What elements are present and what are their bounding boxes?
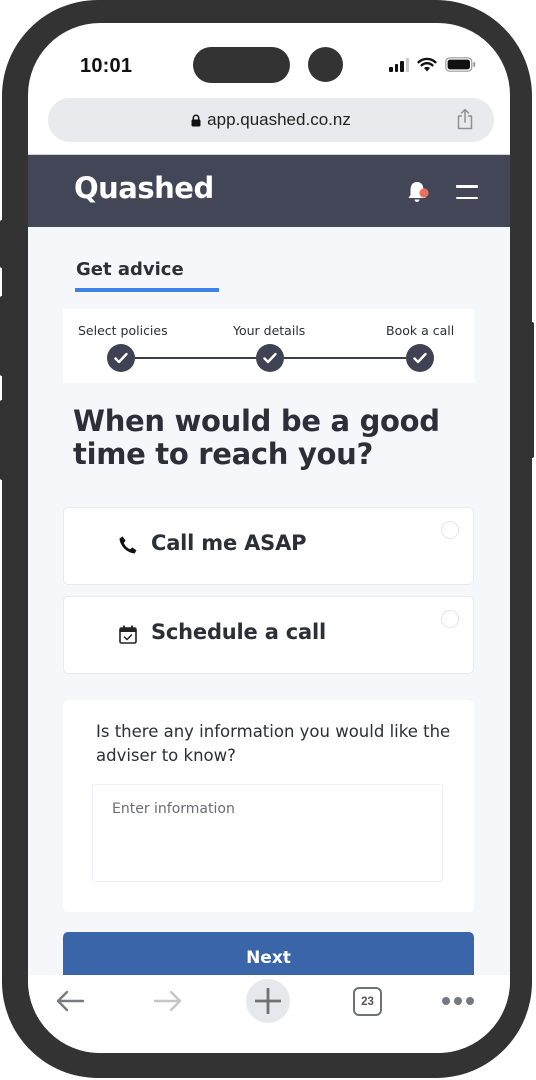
radio-button[interactable]: [441, 521, 459, 539]
phone-volume-down-button: [0, 400, 4, 480]
forward-button[interactable]: [148, 979, 188, 1023]
tabs-count-button[interactable]: 23: [353, 987, 382, 1016]
info-card: Is there any information you would like …: [63, 700, 474, 912]
step-label: Your details: [233, 323, 306, 338]
page-title: When would be a good time to reach you?: [73, 404, 440, 471]
phone-icon: [119, 536, 137, 554]
arrow-right-icon: [153, 990, 182, 1012]
notification-badge: [419, 188, 429, 198]
phone-volume-up-button: [0, 296, 4, 376]
step-connector: [283, 357, 423, 359]
step-label: Select policies: [78, 323, 168, 338]
option-call-asap[interactable]: Call me ASAP: [63, 507, 474, 585]
tab-get-advice[interactable]: Get advice: [76, 259, 184, 280]
quashed-logo[interactable]: Quashed: [74, 171, 214, 205]
phone-power-button: [530, 322, 534, 458]
tab-active-indicator: [75, 288, 219, 292]
step-label: Book a call: [386, 323, 455, 338]
option-schedule-call[interactable]: Schedule a call: [63, 596, 474, 674]
main-content: Get advice Select policies Your details …: [28, 227, 510, 983]
wifi-icon: [417, 57, 437, 72]
app-header: Quashed: [28, 154, 510, 227]
step-complete-icon: [406, 344, 434, 372]
phone-frame: 10:01 app.quashed.co.nz Quashed Get advi…: [0, 0, 534, 1078]
more-dots-icon[interactable]: [442, 997, 474, 1005]
new-tab-button[interactable]: [246, 979, 290, 1023]
step-complete-icon: [256, 344, 284, 372]
share-icon[interactable]: [456, 108, 474, 130]
back-button[interactable]: [50, 979, 90, 1023]
bell-icon[interactable]: [406, 180, 432, 204]
step-connector: [133, 357, 273, 359]
information-input[interactable]: [92, 784, 443, 882]
arrow-left-icon: [56, 990, 85, 1012]
url-text: app.quashed.co.nz: [207, 110, 351, 129]
option-label: Call me ASAP: [151, 531, 307, 555]
info-label: Is there any information you would like …: [96, 722, 451, 765]
dynamic-island: [193, 47, 290, 83]
lock-icon: [191, 114, 201, 126]
cellular-signal-icon: [389, 57, 409, 72]
browser-bottom-bar: 23: [28, 975, 510, 1053]
progress-stepper: Select policies Your details Book a call: [63, 309, 474, 383]
phone-screen: 10:01 app.quashed.co.nz Quashed Get advi…: [28, 23, 510, 1053]
calendar-check-icon: [119, 625, 137, 644]
plus-icon: [255, 988, 281, 1014]
front-camera: [308, 47, 343, 82]
hamburger-menu-icon[interactable]: [456, 185, 478, 208]
option-label: Schedule a call: [151, 620, 326, 644]
url-bar[interactable]: app.quashed.co.nz: [48, 98, 494, 142]
phone-action-button: [0, 220, 4, 268]
status-icons: [389, 57, 476, 72]
step-complete-icon: [107, 344, 135, 372]
radio-button[interactable]: [441, 610, 459, 628]
battery-icon: [445, 57, 476, 72]
status-time: 10:01: [80, 55, 133, 77]
